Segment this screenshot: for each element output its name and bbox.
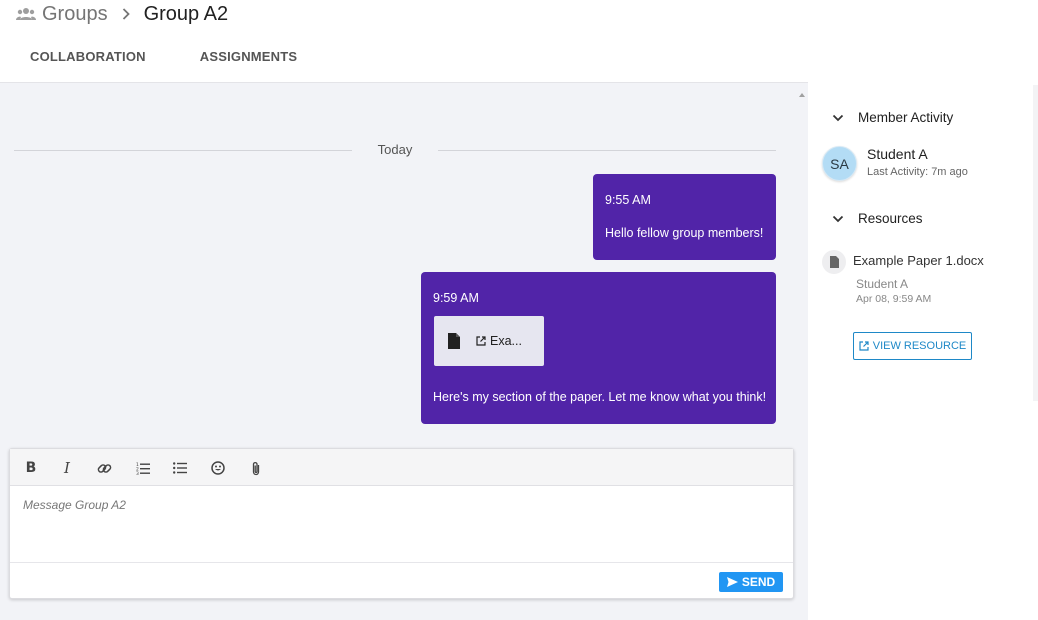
page: Groups Group A2 COLLABORATION ASSIGNMENT… [0,0,1038,620]
svg-text:3: 3 [136,471,139,475]
bullet-list-icon[interactable] [171,459,189,477]
page-title: Group A2 [143,2,229,25]
send-button[interactable]: SEND [719,572,783,592]
document-icon [822,250,846,274]
tab-collaboration[interactable]: COLLABORATION [0,40,176,74]
avatar: SA [822,146,857,181]
tab-bar: COLLABORATION ASSIGNMENTS [0,40,327,74]
document-icon [448,333,460,349]
message-bubble: 9:59 AM Exa... Here's my section of the … [421,272,776,424]
attachment-name: Exa... [490,334,522,348]
chevron-down-icon [832,114,846,122]
message-input[interactable] [10,486,793,563]
resource-date: Apr 08, 9:59 AM [856,293,932,305]
member-last-activity: Last Activity: 7m ago [867,166,968,178]
view-resource-label: VIEW RESOURCE [872,340,967,352]
right-panel: Member Activity SA Student A Last Activi… [808,83,1038,620]
message-time: 9:55 AM [605,193,651,207]
message-text: Here's my section of the paper. Let me k… [433,390,767,404]
view-resource-button[interactable]: VIEW RESOURCE [853,332,972,360]
paperclip-icon[interactable] [247,459,265,477]
chevron-right-icon [122,8,130,20]
date-label: Today [377,142,413,157]
member-name: Student A [867,146,928,162]
tab-assignments[interactable]: ASSIGNMENTS [176,40,328,74]
send-label: SEND [741,575,776,589]
link-icon[interactable] [95,459,113,477]
groups-icon [16,7,36,21]
bold-button[interactable]: B [22,459,40,477]
member-activity-header[interactable]: Member Activity [832,110,953,125]
resource-item: Example Paper 1.docx Student A Apr 08, 9… [822,249,1032,309]
divider-line [438,150,776,151]
ordered-list-icon[interactable]: 123 [134,459,152,477]
member-item: SA Student A Last Activity: 7m ago [822,145,1032,181]
section-title: Member Activity [858,110,954,125]
message-bubble: 9:55 AM Hello fellow group members! [593,174,776,260]
open-external-icon [859,341,869,351]
divider-line [14,150,352,151]
formatting-toolbar: B I 123 [10,449,793,486]
resource-name[interactable]: Example Paper 1.docx [853,253,984,268]
italic-button[interactable]: I [58,459,76,477]
emoji-icon[interactable] [209,459,227,477]
attachment-chip[interactable]: Exa... [434,316,544,366]
section-title: Resources [858,211,923,226]
resource-author: Student A [856,277,909,291]
date-divider: Today [14,141,776,159]
message-time: 9:59 AM [433,291,479,305]
breadcrumb: Groups Group A2 [16,0,228,28]
resources-header[interactable]: Resources [832,211,923,226]
send-icon [726,577,738,587]
open-external-icon [476,336,486,346]
composer-footer: SEND [10,562,793,599]
scroll-up-arrow-icon[interactable] [798,86,806,98]
message-text: Hello fellow group members! [605,226,764,240]
chevron-down-icon [832,215,846,223]
message-composer: B I 123 SEND [9,448,794,599]
breadcrumb-groups-link[interactable]: Groups [42,3,108,26]
panel-scrollbar[interactable] [1033,85,1038,401]
